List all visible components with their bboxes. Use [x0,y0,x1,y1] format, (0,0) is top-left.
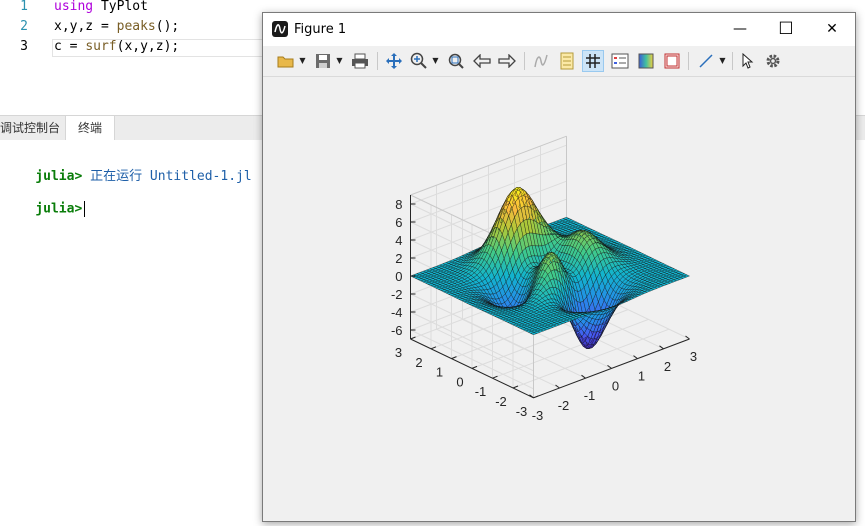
y-tick-label: 3 [395,345,402,360]
function-name: peaks [116,19,156,34]
z-tick-label: -4 [391,305,403,320]
y-tick-label: -1 [475,384,487,399]
chevron-down-icon[interactable]: ▼ [431,50,440,72]
zoom-in-icon[interactable] [408,50,430,72]
tab-terminal[interactable]: 终端 [65,116,116,140]
minimize-button[interactable]: — [717,13,763,46]
tab-debug-console[interactable]: 调试控制台 [0,116,72,140]
y-tick [451,356,457,360]
x-tick-label: -1 [584,388,596,403]
forward-icon[interactable] [496,50,518,72]
line-number: 3 [20,39,28,54]
x-tick-label: 0 [612,378,619,393]
toolbar-separator [524,52,525,70]
x-tick-label: 2 [664,359,671,374]
back-icon[interactable] [471,50,493,72]
z-tick-label: -6 [391,323,403,338]
code-pre: x,y,z = [54,19,117,34]
colorbar-icon[interactable] [635,50,657,72]
grid-line [492,318,649,379]
keyword: using [54,0,94,14]
toolbar-separator [377,52,378,70]
y-tick [492,375,498,379]
data-cursor-icon[interactable] [530,50,552,72]
julia-prompt: julia> [35,201,83,217]
pan-icon[interactable] [383,50,405,72]
y-tick [471,365,478,369]
select-icon[interactable] [737,50,759,72]
print-icon[interactable] [349,50,371,72]
code-pre: c = [54,39,86,54]
code-post: (x,y,z); [116,39,180,54]
window-title: Figure 1 [294,22,347,37]
x-tick-label: 1 [638,369,645,384]
y-tick-label: 2 [415,355,422,370]
y-tick-label: 0 [456,374,463,389]
code-text: c = surf(x,y,z); [54,37,179,57]
x-tick-label: -3 [532,408,544,423]
y-tick-label: -3 [516,404,528,419]
julia-prompt: julia> [35,169,83,184]
app-icon [272,21,288,37]
running-message: 正在运行 Untitled-1.jl [90,169,252,184]
y-tick-label: -2 [495,394,507,409]
chevron-down-icon[interactable]: ▼ [718,50,727,72]
title-bar[interactable]: Figure 1 — ☐ ✕ [263,13,855,46]
chevron-down-icon[interactable]: ▼ [335,50,344,72]
z-tick-label: 4 [395,233,402,248]
settings-icon[interactable] [762,50,784,72]
function-name: surf [85,39,117,54]
close-button[interactable]: ✕ [809,13,855,46]
chevron-down-icon[interactable]: ▼ [298,50,307,72]
terminal-input-line[interactable]: julia> [4,186,86,232]
z-tick-label: -2 [391,287,403,302]
z-tick-label: 6 [395,215,402,230]
x-tick-label: 3 [690,349,697,364]
toolbar-separator [688,52,689,70]
code-post: (); [155,19,180,34]
figure-window[interactable]: Figure 1 — ☐ ✕ ▼ ▼ ▼ ▼ 8 6 4 2 0 -2 -4 -… [262,12,856,522]
line-icon[interactable] [695,50,717,72]
y-tick [512,385,519,389]
zoom-fit-icon[interactable] [445,50,467,72]
box-icon[interactable] [661,50,683,72]
x-tick-label: -2 [558,398,570,413]
z-tick-label: 2 [395,251,402,266]
y-tick [533,395,539,399]
open-icon[interactable] [275,50,297,72]
text-cursor [84,201,86,217]
y-tick [430,346,437,350]
code-rest: TyPlot [93,0,148,14]
z-tick-label: 8 [395,197,402,212]
y-tick-label: 1 [436,365,443,380]
toolbar-separator [732,52,733,70]
code-text: using TyPlot [54,0,148,17]
plot-area[interactable]: 8 6 4 2 0 -2 -4 -6 3 2 1 0 -1 -2 -3 -3 -2 -1 0 1 2 3 [263,77,855,521]
maximize-button[interactable]: ☐ [763,13,809,46]
z-tick-label: 0 [395,269,402,284]
code-text: x,y,z = peaks(); [54,17,179,37]
edit-icon[interactable] [556,50,578,72]
line-number: 2 [20,19,28,34]
grid-icon[interactable] [582,50,604,72]
figure-toolbar: ▼ ▼ ▼ ▼ [263,46,855,77]
line-number: 1 [20,0,28,14]
legend-icon[interactable] [609,50,631,72]
y-tick [410,336,416,340]
surface-chart[interactable]: 86420-2-4-63210-1-2-3 -3-2-10123 [263,77,855,521]
save-icon[interactable] [312,50,334,72]
